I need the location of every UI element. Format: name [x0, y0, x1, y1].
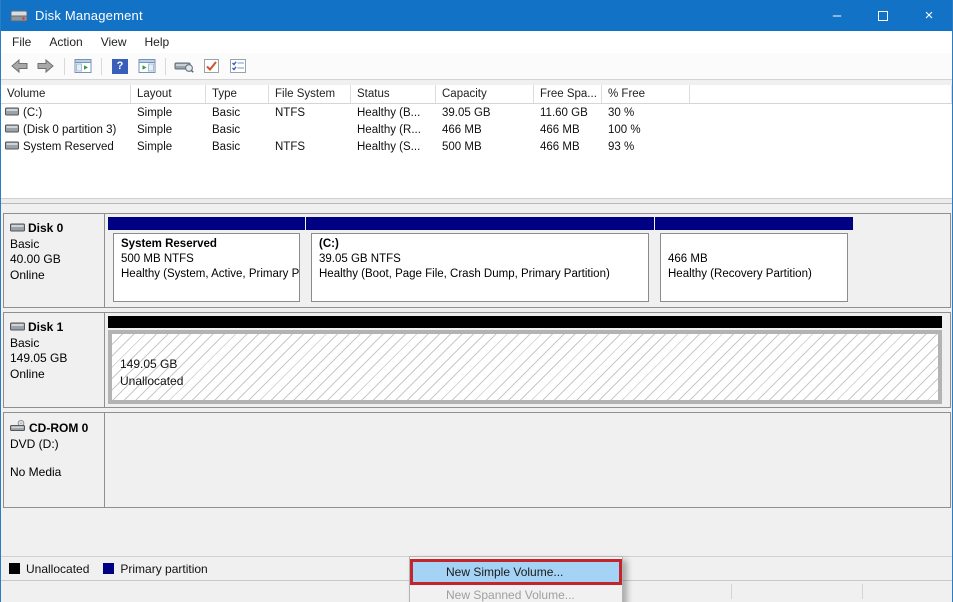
legend-primary-partition: Primary partition — [103, 562, 207, 576]
cdrom-label[interactable]: CD-ROM 0 DVD (D:) No Media — [4, 413, 105, 507]
maximize-icon — [878, 11, 888, 21]
menu-item-new-simple-volume[interactable]: New Simple Volume... — [410, 559, 622, 585]
volume-row[interactable]: System Reserved Simple Basic NTFS Health… — [1, 138, 952, 155]
col-layout[interactable]: Layout — [131, 85, 206, 103]
col-free-space[interactable]: Free Spa... — [534, 85, 602, 103]
disk-icon — [10, 320, 25, 336]
disk0-row: Disk 0 Basic 40.00 GB Online System Rese… — [3, 213, 951, 308]
statusbar-divider — [862, 584, 863, 599]
menu-view[interactable]: View — [92, 31, 136, 53]
volume-row[interactable]: (C:) Simple Basic NTFS Healthy (B... 39.… — [1, 104, 952, 121]
disk1-type: Basic — [10, 336, 101, 352]
context-menu: New Simple Volume... New Spanned Volume.… — [409, 556, 623, 602]
primary-partition-bar — [655, 217, 853, 230]
unallocated-region[interactable]: 149.05 GB Unallocated — [108, 316, 942, 404]
disk0-label[interactable]: Disk 0 Basic 40.00 GB Online — [4, 214, 105, 307]
disk-management-window: Disk Management – × File Action View Hel… — [0, 0, 953, 602]
menu-action[interactable]: Action — [40, 31, 91, 53]
partition-recovery[interactable]: 466 MB Healthy (Recovery Partition) — [655, 217, 853, 304]
col-type[interactable]: Type — [206, 85, 269, 103]
cdrom-drive: DVD (D:) — [10, 437, 101, 453]
disk0-size: 40.00 GB — [10, 252, 101, 268]
col-volume[interactable]: Volume — [1, 85, 131, 103]
unallocated-bar — [108, 316, 942, 328]
volume-row[interactable]: (Disk 0 partition 3) Simple Basic Health… — [1, 121, 952, 138]
cdrom-media-status: No Media — [10, 465, 101, 481]
console-tree-icon[interactable] — [72, 56, 94, 76]
cdrom-row: CD-ROM 0 DVD (D:) No Media — [3, 412, 951, 508]
menu-item-new-spanned-volume[interactable]: New Spanned Volume... — [410, 585, 622, 602]
disk1-size: 149.05 GB — [10, 351, 101, 367]
graphical-view: Disk 0 Basic 40.00 GB Online System Rese… — [1, 204, 952, 556]
unallocated-body[interactable]: 149.05 GB Unallocated — [108, 330, 942, 404]
title-bar: Disk Management – × — [1, 0, 952, 31]
menu-bar: File Action View Help — [1, 31, 952, 53]
menu-file[interactable]: File — [1, 31, 40, 53]
col-file-system[interactable]: File System — [269, 85, 351, 103]
volume-icon — [5, 107, 19, 119]
toolbar-separator — [101, 58, 102, 75]
legend-unallocated: Unallocated — [9, 562, 89, 576]
disk0-track: System Reserved 500 MB NTFS Healthy (Sys… — [105, 214, 950, 307]
close-button[interactable]: × — [906, 0, 952, 31]
col-filler — [690, 85, 952, 103]
partition-system-reserved[interactable]: System Reserved 500 MB NTFS Healthy (Sys… — [108, 217, 305, 304]
disk-view-icon[interactable] — [173, 56, 195, 76]
action-pane-icon[interactable] — [136, 56, 158, 76]
volume-list: Volume Layout Type File System Status Ca… — [1, 85, 952, 198]
back-icon[interactable] — [8, 56, 30, 76]
cdrom-track — [105, 413, 950, 507]
primary-partition-bar — [306, 217, 654, 230]
col-status[interactable]: Status — [351, 85, 436, 103]
disk0-type: Basic — [10, 237, 101, 253]
statusbar-divider — [731, 584, 732, 599]
unallocated-size: 149.05 GB — [120, 356, 938, 373]
maximize-button[interactable] — [860, 0, 906, 31]
primary-partition-bar — [108, 217, 305, 230]
menu-help[interactable]: Help — [136, 31, 179, 53]
toolbar: ? — [1, 53, 952, 80]
list-options-icon[interactable] — [227, 56, 249, 76]
toolbar-separator — [165, 58, 166, 75]
disk0-status: Online — [10, 268, 101, 284]
disk1-track: 149.05 GB Unallocated — [105, 313, 950, 407]
app-disk-icon — [10, 9, 28, 23]
volume-icon — [5, 141, 19, 153]
minimize-button[interactable]: – — [814, 0, 860, 31]
primary-partition-swatch — [103, 563, 114, 574]
toolbar-separator — [64, 58, 65, 75]
volume-icon — [5, 124, 19, 136]
disk-icon — [10, 221, 25, 237]
disk1-label[interactable]: Disk 1 Basic 149.05 GB Online — [4, 313, 105, 407]
disk1-status: Online — [10, 367, 101, 383]
window-title: Disk Management — [35, 8, 814, 23]
forward-icon[interactable] — [35, 56, 57, 76]
cdrom-icon — [10, 420, 26, 437]
col-pct-free[interactable]: % Free — [602, 85, 690, 103]
volume-table-header: Volume Layout Type File System Status Ca… — [1, 85, 952, 104]
validate-icon[interactable] — [200, 56, 222, 76]
col-capacity[interactable]: Capacity — [436, 85, 534, 103]
partition-c[interactable]: (C:) 39.05 GB NTFS Healthy (Boot, Page F… — [306, 217, 654, 304]
disk1-row: Disk 1 Basic 149.05 GB Online 149.05 GB … — [3, 312, 951, 408]
help-icon[interactable]: ? — [109, 56, 131, 76]
unallocated-swatch — [9, 563, 20, 574]
unallocated-label: Unallocated — [120, 373, 938, 390]
